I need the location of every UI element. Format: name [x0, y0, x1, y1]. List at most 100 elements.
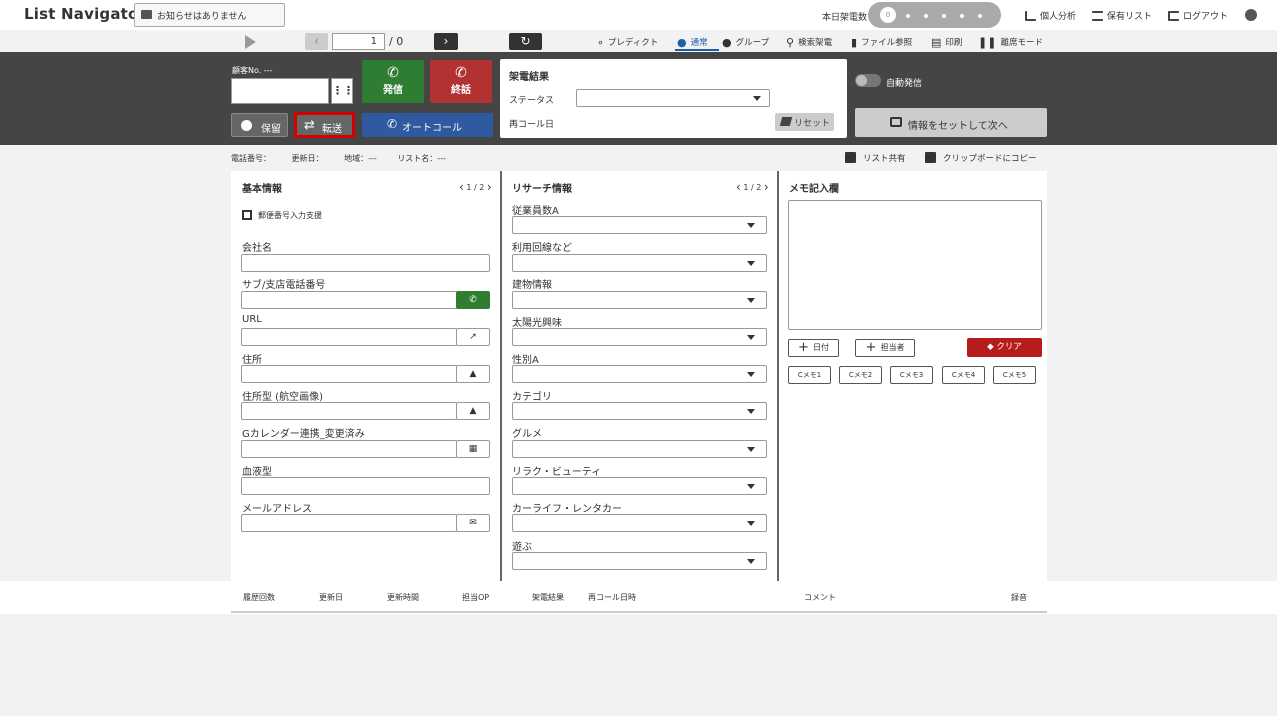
customer-no-input[interactable]: [231, 78, 329, 104]
copy-clipboard-button[interactable]: クリップボードにコピー: [925, 152, 1037, 164]
category-select[interactable]: [512, 402, 767, 420]
beauty-select[interactable]: [512, 477, 767, 495]
open-aerial-map-button[interactable]: ▲: [456, 402, 490, 420]
chevron-down-icon: [747, 298, 755, 303]
play-icon[interactable]: [245, 35, 256, 49]
chevron-down-icon: [747, 559, 755, 564]
reset-button[interactable]: リセット: [775, 113, 834, 131]
memo-clear-button[interactable]: ◆ クリア: [967, 338, 1042, 357]
memo-title: メモ記入欄: [789, 184, 839, 195]
calendar-button[interactable]: ▦: [456, 440, 490, 458]
chevron-down-icon: [747, 372, 755, 377]
lines-select[interactable]: [512, 254, 767, 272]
reload-button[interactable]: ↻: [509, 33, 542, 50]
tab-normal[interactable]: ● 通常: [677, 36, 708, 49]
hangup-button[interactable]: ✆ 終話: [430, 60, 492, 103]
chevron-right-icon[interactable]: ›: [764, 180, 769, 194]
cmemo-3-button[interactable]: Cメモ3: [890, 366, 933, 384]
chevron-left-icon[interactable]: ‹: [459, 180, 464, 194]
autocall-button[interactable]: ✆ オートコール: [362, 113, 493, 137]
region-info: 地域：---: [344, 154, 377, 163]
chevron-right-icon[interactable]: ›: [487, 180, 492, 194]
next-page-button[interactable]: ›: [434, 33, 458, 50]
cmemo-4-button[interactable]: Cメモ4: [942, 366, 985, 384]
eraser-icon: ◆: [987, 342, 997, 352]
share-nodes-icon: ∘: [597, 36, 604, 49]
address-aerial-input[interactable]: [241, 402, 457, 420]
insert-date-button[interactable]: + 日付: [788, 339, 839, 357]
saved-list-link[interactable]: 保有リスト: [1092, 9, 1152, 22]
basic-info-pager[interactable]: ‹ 1 / 2 ›: [459, 180, 492, 194]
chevron-down-icon: [747, 484, 755, 489]
gourmet-select[interactable]: [512, 440, 767, 458]
sub-phone-input[interactable]: [241, 291, 457, 309]
cmemo-5-button[interactable]: Cメモ5: [993, 366, 1036, 384]
address-aerial-label: 住所型 (航空画像): [242, 392, 323, 403]
gcalendar-input[interactable]: [241, 440, 457, 458]
gcalendar-label: Gカレンダー連携_変更済み: [242, 429, 365, 440]
auto-dial-toggle[interactable]: [855, 74, 881, 87]
page-total: / 0: [389, 35, 404, 48]
zip-helper-link[interactable]: 郵便番号入力支援: [242, 210, 322, 221]
address-label: 住所: [242, 355, 262, 366]
research-info-title: リサーチ情報: [512, 184, 572, 195]
employees-select[interactable]: [512, 216, 767, 234]
building-select[interactable]: [512, 291, 767, 309]
tab-file-reference[interactable]: ▮ ファイル参照: [851, 36, 912, 49]
dial-button[interactable]: ✆ 発信: [362, 60, 424, 103]
personal-analysis-link[interactable]: 個人分析: [1025, 9, 1076, 22]
hold-button[interactable]: 保留: [231, 113, 288, 137]
company-name-input[interactable]: [241, 254, 490, 272]
research-field-label: 太陽光興味: [512, 318, 562, 329]
active-tab-indicator: [675, 49, 719, 51]
tab-search-call[interactable]: ⚲ 検索架電: [786, 36, 832, 49]
history-table-header: [231, 581, 1047, 613]
tab-print[interactable]: ▤ 印刷: [931, 36, 962, 49]
status-select[interactable]: [576, 89, 770, 107]
user-avatar-icon[interactable]: [1245, 9, 1257, 21]
research-field-label: 利用回線など: [512, 243, 572, 254]
research-info-pager[interactable]: ‹ 1 / 2 ›: [736, 180, 769, 194]
phone-slash-icon: ✆: [455, 65, 467, 81]
set-info-next-button[interactable]: 情報をセットして次へ: [855, 108, 1047, 137]
insert-person-button[interactable]: + 担当者: [855, 339, 915, 357]
recall-date-label: 再コール日: [509, 120, 555, 130]
call-sub-phone-button[interactable]: ✆: [456, 291, 490, 309]
open-map-button[interactable]: ▲: [456, 365, 490, 383]
cmemo-1-button[interactable]: Cメモ1: [788, 366, 831, 384]
gender-select[interactable]: [512, 365, 767, 383]
page-input[interactable]: 1: [332, 33, 385, 50]
play-select[interactable]: [512, 552, 767, 570]
transfer-button[interactable]: ⇄ 転送: [294, 112, 355, 138]
logout-link[interactable]: ログアウト: [1168, 9, 1228, 22]
email-input[interactable]: [241, 514, 457, 532]
notice-text: お知らせはありません: [157, 12, 247, 22]
tab-predict[interactable]: ∘ プレディクト: [597, 36, 658, 49]
pause-icon: ❚❚: [978, 36, 997, 49]
progress-dot: [978, 14, 982, 18]
url-input[interactable]: [241, 328, 457, 346]
memo-textarea[interactable]: [788, 200, 1042, 330]
send-email-button[interactable]: ✉: [456, 514, 490, 532]
notice-button[interactable]: お知らせはありません: [134, 3, 285, 27]
carlife-select[interactable]: [512, 514, 767, 532]
list-name-info: リスト名：---: [397, 154, 446, 163]
tab-leave-mode[interactable]: ❚❚ 離席モード: [978, 36, 1043, 49]
open-url-button[interactable]: ↗: [456, 328, 490, 346]
history-col-result: 架電結果: [532, 593, 564, 602]
list-share-button[interactable]: リスト共有: [845, 152, 906, 164]
logout-icon: [1168, 11, 1179, 21]
history-col-recording: 録音: [1011, 593, 1027, 602]
chevron-left-icon[interactable]: ‹: [736, 180, 741, 194]
person-icon: ●: [677, 36, 687, 49]
chevron-down-icon: [747, 261, 755, 266]
history-col-date: 更新日: [319, 593, 343, 602]
solar-select[interactable]: [512, 328, 767, 346]
prev-page-button[interactable]: ‹: [305, 33, 328, 50]
tab-group[interactable]: ● グループ: [722, 36, 769, 49]
blood-type-input[interactable]: [241, 477, 490, 495]
address-input[interactable]: [241, 365, 457, 383]
cmemo-2-button[interactable]: Cメモ2: [839, 366, 882, 384]
dialpad-icon[interactable]: ⋮⋮: [331, 78, 354, 104]
research-field-label: 従業員数A: [512, 206, 559, 217]
